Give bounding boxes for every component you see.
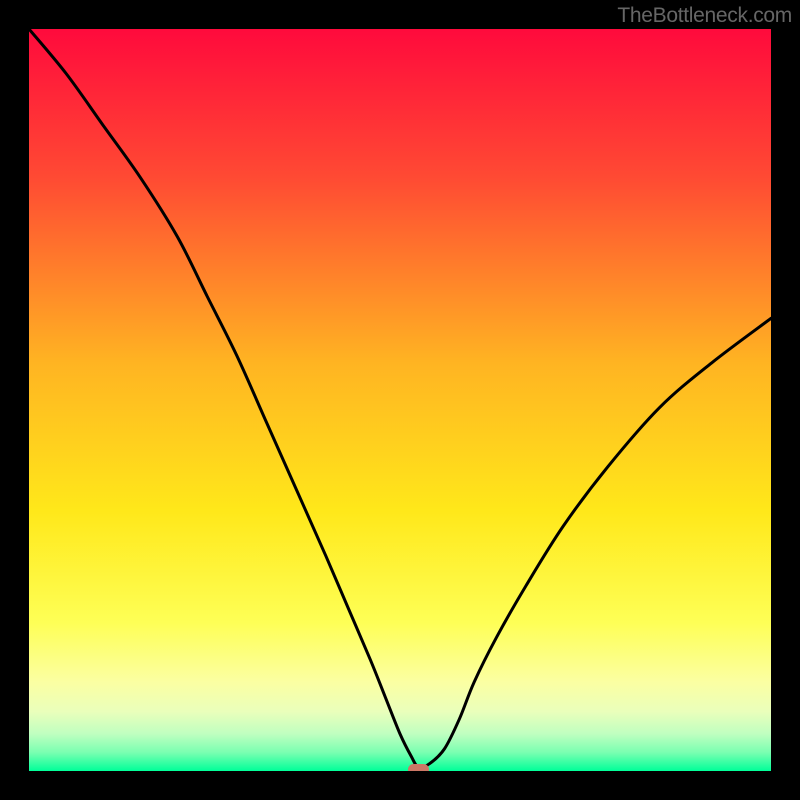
optimal-marker [408, 764, 429, 771]
plot-area [29, 29, 771, 771]
bottleneck-curve [29, 29, 771, 768]
curve-layer [29, 29, 771, 771]
chart-frame: { "watermark": "TheBottleneck.com", "cha… [0, 0, 800, 800]
watermark-text: TheBottleneck.com [617, 4, 792, 28]
